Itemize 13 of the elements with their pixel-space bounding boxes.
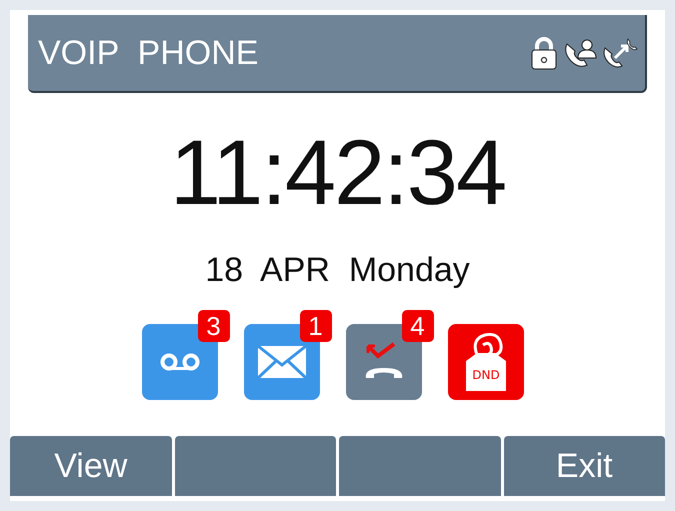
count-badge: 4: [402, 310, 434, 342]
voicemail-icon: [158, 352, 200, 372]
count-badge: 1: [300, 310, 332, 342]
envelope-icon: [256, 345, 306, 379]
count-badge: 3: [198, 310, 230, 342]
title-text: VOIP PHONE: [38, 32, 258, 74]
date-text: 18 APR Monday: [205, 250, 470, 291]
lock-icon: [529, 36, 559, 70]
softkey[interactable]: Exit: [504, 436, 665, 496]
clock-time: 11:42:34: [170, 127, 506, 219]
status-tile[interactable]: DND: [448, 324, 524, 400]
call-forward-icon: [601, 36, 639, 70]
softkey[interactable]: View: [10, 436, 172, 496]
